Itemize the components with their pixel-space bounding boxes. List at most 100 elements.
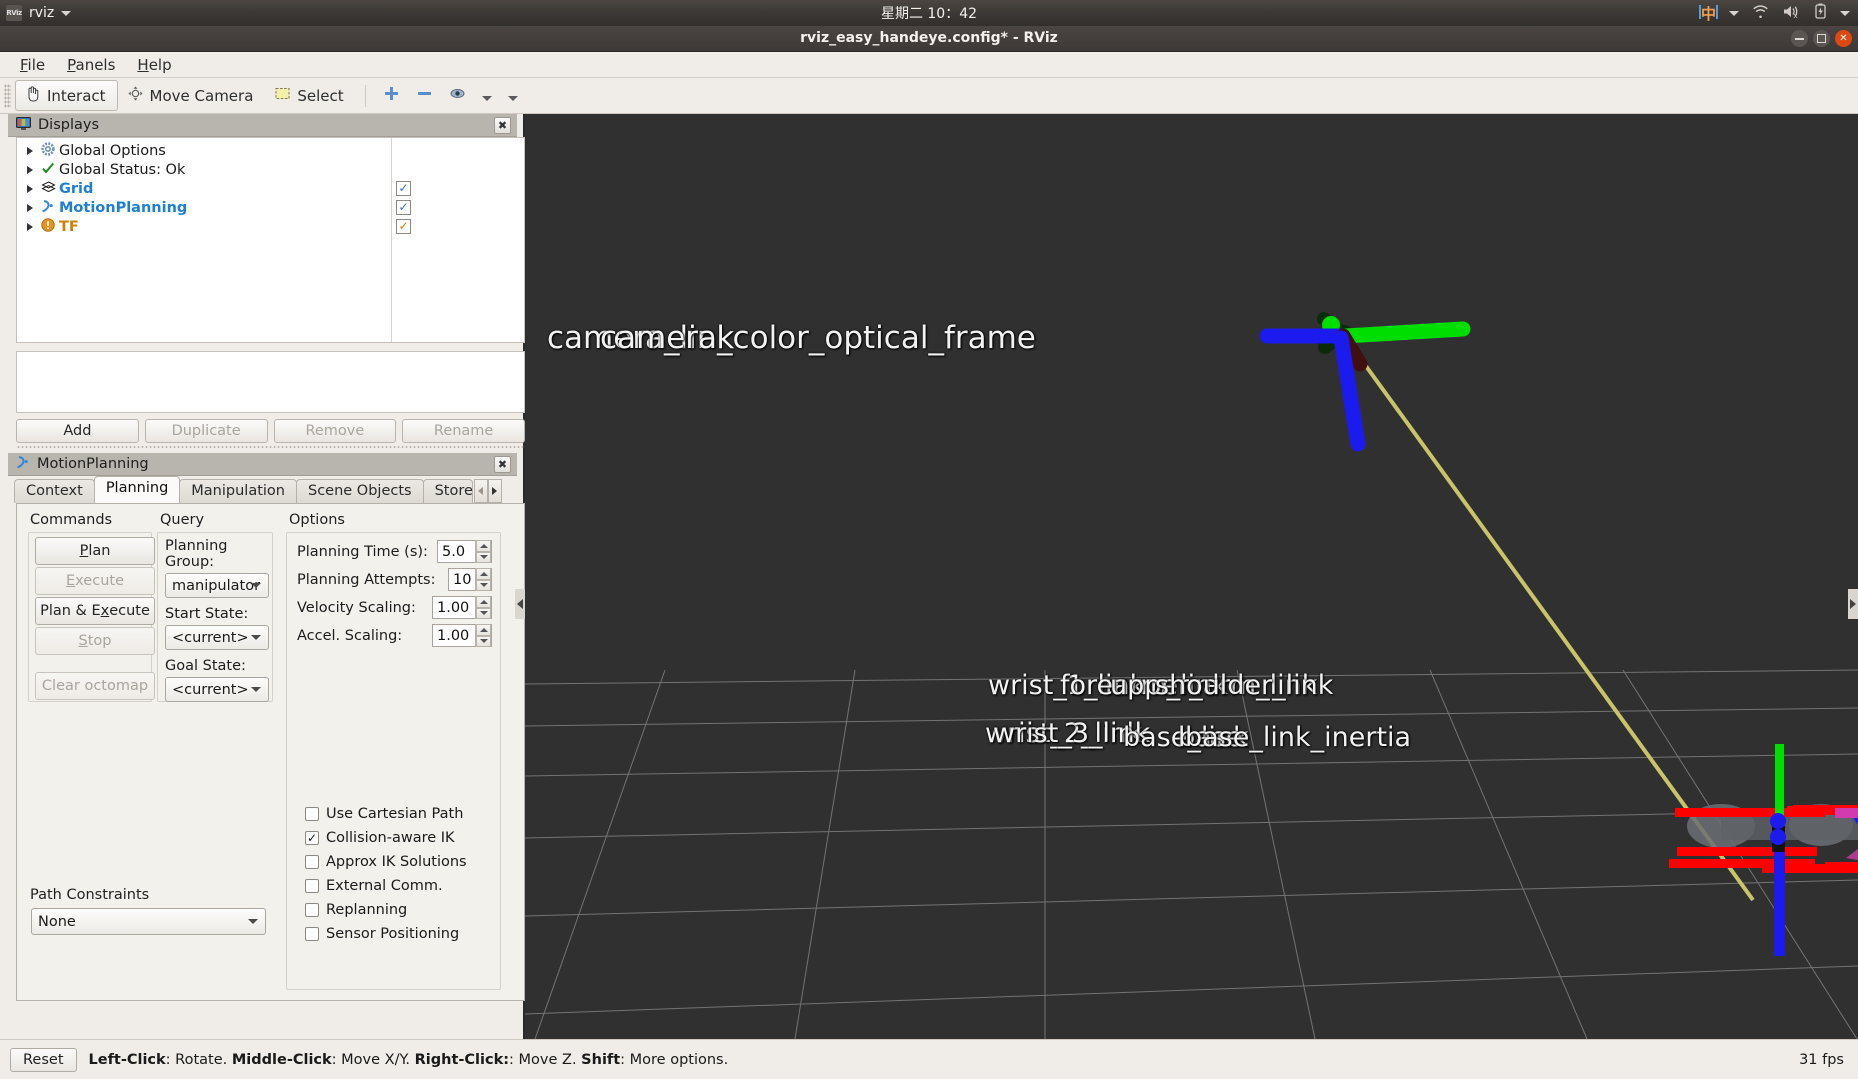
motionplanning-panel: MotionPlanning ✖ Context Planning Manipu… [8, 453, 525, 1001]
tab-stored[interactable]: Stored [422, 479, 473, 503]
planning-attempts-spinner[interactable]: 10 [448, 568, 492, 591]
unity-clock[interactable]: 星期二 10：42 [0, 3, 1858, 23]
window-controls: ✕ [1791, 30, 1852, 47]
focus-camera-icon[interactable] [441, 82, 474, 109]
tree-item-global-status[interactable]: Global Status: Ok [17, 160, 524, 179]
velocity-scaling-stepper[interactable] [475, 596, 491, 619]
plan-button[interactable]: Plan [35, 537, 155, 565]
motion-planning-icon [37, 199, 59, 217]
tab-context[interactable]: Context [14, 479, 95, 503]
remove-tool-button[interactable] [408, 82, 441, 109]
chevron-left-icon [517, 599, 523, 609]
tool-interact[interactable]: Interact [15, 80, 118, 111]
tab-planning[interactable]: Planning [93, 476, 181, 503]
volume-muted-icon[interactable]: x [1782, 4, 1801, 23]
menu-panels[interactable]: Panels [57, 53, 125, 77]
maximize-button[interactable] [1813, 30, 1830, 47]
checkbox-collision-aware-ik[interactable]: ✓ Collision-aware IK [305, 826, 467, 850]
rename-button[interactable]: Rename [402, 419, 525, 443]
chevron-down-icon[interactable] [61, 10, 72, 16]
tab-scroll-left-button[interactable] [473, 479, 488, 503]
ime-chevron-down-icon[interactable] [1729, 10, 1739, 16]
execute-button-label-rest: xecute [75, 573, 124, 589]
wifi-icon[interactable] [1752, 4, 1769, 22]
displays-panel-title: Displays [38, 117, 100, 133]
accel-scaling-spinner[interactable]: 1.00 [432, 624, 492, 647]
hint-middle-click: Middle-Click [231, 1051, 332, 1068]
displays-panel-titlebar: Displays ✖ [8, 114, 517, 137]
rviz-3d-viewport[interactable]: camera_link camera_color_optical_frame w… [525, 114, 1858, 1039]
rename-button-label: Rename [433, 423, 494, 439]
expand-arrow-icon[interactable] [23, 147, 37, 155]
minimize-button[interactable] [1791, 30, 1808, 47]
tree-item-checkbox[interactable]: ✓ [396, 219, 411, 234]
menu-help[interactable]: Help [127, 53, 181, 77]
checkbox-box[interactable]: ✓ [305, 831, 319, 845]
add-button[interactable]: Add [16, 419, 139, 443]
accel-scaling-value: 1.00 [437, 627, 470, 644]
add-tool-button[interactable] [375, 82, 408, 109]
frame-label-shoulder-link: shoulder_link [1155, 670, 1334, 701]
checkbox-box[interactable] [305, 903, 319, 917]
tree-item-checkbox[interactable]: ✓ [396, 200, 411, 215]
session-menu-icon[interactable] [1840, 10, 1850, 16]
planning-group-select[interactable]: manipulator [165, 573, 269, 598]
planning-time-stepper[interactable] [475, 540, 491, 563]
tree-item-checkbox[interactable]: ✓ [396, 181, 411, 196]
accel-scaling-stepper[interactable] [475, 624, 491, 647]
checkbox-external-comm[interactable]: External Comm. [305, 874, 467, 898]
tab-context-label: Context [26, 483, 83, 499]
remove-button[interactable]: Remove [273, 419, 397, 443]
displays-tree[interactable]: Global Options Global Status: Ok Grid ✓ [16, 137, 525, 343]
left-splitter-handle[interactable] [515, 589, 525, 619]
checkbox-use-cartesian-path[interactable]: Use Cartesian Path [305, 802, 467, 826]
planning-attempts-stepper[interactable] [475, 568, 491, 591]
displays-panel-close-button[interactable]: ✖ [494, 117, 511, 134]
checkbox-box[interactable] [305, 807, 319, 821]
reset-button[interactable]: Reset [10, 1047, 77, 1072]
duplicate-button[interactable]: Duplicate [144, 419, 268, 443]
plan-and-execute-button[interactable]: Plan & Ex ecute [35, 597, 155, 625]
goal-state-value: <current> [172, 681, 249, 698]
checkbox-box[interactable] [305, 927, 319, 941]
expand-arrow-icon[interactable] [23, 204, 37, 212]
checkbox-box[interactable] [305, 855, 319, 869]
goal-state-select[interactable]: <current> [165, 677, 269, 702]
tree-item-motionplanning[interactable]: MotionPlanning ✓ [17, 198, 524, 217]
planning-time-spinner[interactable]: 5.0 [437, 540, 492, 563]
tab-manipulation[interactable]: Manipulation [179, 479, 297, 503]
path-constraints-select[interactable]: None [31, 908, 266, 935]
unity-app-menu[interactable]: RViz rviz [0, 5, 72, 21]
velocity-scaling-spinner[interactable]: 1.00 [432, 596, 492, 619]
checkbox-replanning[interactable]: Replanning [305, 898, 467, 922]
checkbox-approx-ik-solutions[interactable]: Approx IK Solutions [305, 850, 467, 874]
battery-charging-icon[interactable] [1814, 3, 1827, 23]
hint-middle-click-text: : Move X/Y. [331, 1051, 415, 1068]
tree-item-global-options[interactable]: Global Options [17, 141, 524, 160]
expand-arrow-icon[interactable] [23, 166, 37, 174]
checkbox-box[interactable] [305, 879, 319, 893]
expand-arrow-icon[interactable] [23, 223, 37, 231]
close-button[interactable]: ✕ [1835, 30, 1852, 47]
toolbar-overflow-right[interactable] [500, 84, 526, 108]
motion-planning-icon [16, 455, 30, 473]
stop-button[interactable]: Stop [35, 627, 155, 655]
panel-splitter[interactable] [16, 443, 525, 451]
tab-scroll-right-button[interactable] [487, 479, 502, 503]
tab-scene-objects[interactable]: Scene Objects [295, 479, 424, 503]
tool-select[interactable]: Select [265, 81, 355, 110]
tree-item-tf[interactable]: TF ✓ [17, 217, 524, 236]
ime-indicator[interactable]: 中 [1698, 3, 1719, 24]
motionplanning-panel-close-button[interactable]: ✖ [494, 456, 511, 473]
start-state-select[interactable]: <current> [165, 625, 269, 650]
menu-file[interactable]: File [10, 53, 55, 77]
toolbar-overflow-left[interactable] [474, 84, 500, 108]
toolbar-grip[interactable] [4, 83, 11, 108]
clear-octomap-button[interactable]: Clear octomap [35, 672, 155, 700]
tree-item-grid[interactable]: Grid ✓ [17, 179, 524, 198]
execute-button[interactable]: Execute [35, 567, 155, 595]
tool-move-camera[interactable]: Move Camera [118, 80, 266, 111]
expand-arrow-icon[interactable] [23, 185, 37, 193]
checkbox-sensor-positioning[interactable]: Sensor Positioning [305, 922, 467, 946]
right-splitter-handle[interactable] [1848, 589, 1858, 619]
